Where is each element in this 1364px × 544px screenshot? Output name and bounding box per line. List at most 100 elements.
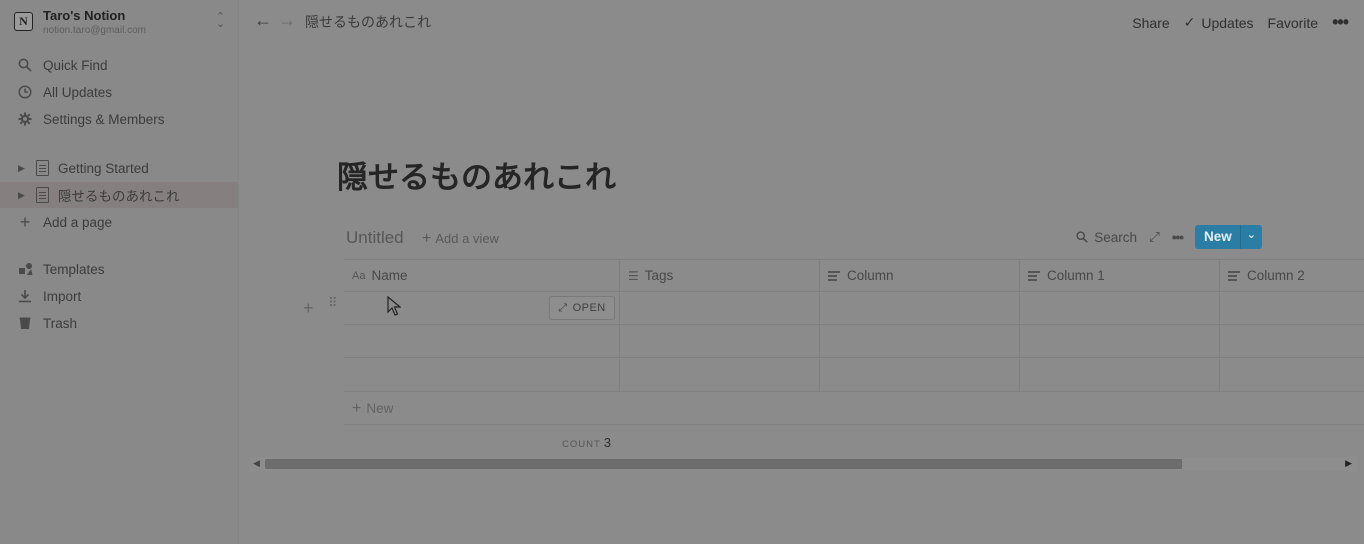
sidebar-item-label: All Updates bbox=[43, 84, 113, 100]
import-icon bbox=[16, 289, 34, 303]
new-button-label: New bbox=[1204, 229, 1232, 244]
column-header-tags[interactable]: ☰ Tags bbox=[620, 260, 820, 291]
table-row[interactable] bbox=[344, 359, 1364, 392]
sidebar-item-templates[interactable]: Templates bbox=[0, 256, 238, 282]
column-label: Column bbox=[847, 268, 894, 283]
scroll-left-arrow-icon[interactable]: ◀ bbox=[253, 458, 260, 469]
add-page-button[interactable]: + Add a page bbox=[0, 209, 238, 235]
chevron-down-icon[interactable]: ⌄ bbox=[1239, 225, 1262, 249]
sidebar-item-quick-find[interactable]: Quick Find bbox=[0, 52, 238, 78]
column-header-column-2[interactable]: Column 2 bbox=[1220, 260, 1364, 291]
workspace-switcher[interactable]: N Taro's Notion notion.taro@gmail.com ⌃ ⌄ bbox=[14, 6, 229, 40]
search-icon bbox=[1076, 231, 1088, 243]
column-header-column[interactable]: Column bbox=[820, 260, 1020, 291]
table-cell[interactable] bbox=[620, 292, 820, 324]
updates-button[interactable]: Updates bbox=[1201, 15, 1253, 31]
table-cell[interactable] bbox=[820, 325, 1020, 357]
scroll-right-arrow-icon[interactable]: ▶ bbox=[1345, 458, 1352, 469]
column-label: Column 1 bbox=[1047, 268, 1105, 283]
page-title[interactable]: 隠せるものあれこれ bbox=[337, 152, 616, 197]
topbar: ← → 隠せるものあれこれ Share ✓ Updates Favorite •… bbox=[240, 0, 1364, 42]
text-lines-icon bbox=[1028, 270, 1040, 281]
gear-icon bbox=[16, 112, 34, 126]
expand-icon[interactable]: ⤢ bbox=[1149, 229, 1160, 245]
open-record-button[interactable]: ⤢ OPEN bbox=[549, 296, 615, 320]
scrollbar-thumb[interactable] bbox=[265, 459, 1182, 469]
expand-triangle-icon[interactable]: ▶ bbox=[18, 190, 30, 201]
count-footer[interactable]: COUNT 3 bbox=[562, 435, 611, 450]
sidebar-item-label: Add a page bbox=[43, 214, 113, 230]
more-options-icon[interactable]: ••• bbox=[1172, 230, 1184, 245]
column-header-name[interactable]: Aa Name bbox=[344, 260, 620, 291]
text-lines-icon bbox=[828, 270, 840, 281]
sidebar-item-all-updates[interactable]: All Updates bbox=[0, 79, 238, 105]
table-cell[interactable] bbox=[620, 325, 820, 357]
more-options-icon[interactable]: ••• bbox=[1332, 12, 1349, 33]
text-lines-icon bbox=[1228, 270, 1240, 281]
table-cell[interactable] bbox=[1020, 325, 1220, 357]
sidebar-item-label: Settings & Members bbox=[43, 111, 165, 127]
sidebar-page-getting-started[interactable]: ▶ Getting Started bbox=[0, 155, 238, 181]
column-label: Tags bbox=[644, 268, 674, 283]
favorite-button[interactable]: Favorite bbox=[1268, 15, 1319, 31]
text-property-icon: Aa bbox=[352, 269, 366, 282]
count-value: 3 bbox=[603, 435, 612, 450]
column-label: Name bbox=[371, 268, 408, 283]
table-header-row: Aa Name ☰ Tags Column Column 1 Column 2 bbox=[344, 259, 1364, 292]
sidebar-item-label: Trash bbox=[43, 315, 78, 331]
column-header-column-1[interactable]: Column 1 bbox=[1020, 260, 1220, 291]
sidebar-page-current[interactable]: ▶ 隠せるものあれこれ bbox=[0, 182, 238, 208]
chevron-up-down-icon[interactable]: ⌃ ⌄ bbox=[216, 12, 225, 30]
sidebar-item-label: Getting Started bbox=[58, 160, 149, 176]
table-cell[interactable] bbox=[820, 359, 1020, 391]
drag-handle-icon[interactable]: ⠿ bbox=[328, 296, 339, 309]
table-cell[interactable] bbox=[1220, 325, 1364, 357]
add-view-label: Add a view bbox=[435, 231, 499, 246]
new-row-label: New bbox=[366, 401, 394, 416]
plus-icon: + bbox=[19, 211, 31, 232]
workspace-email: notion.taro@gmail.com bbox=[43, 25, 146, 36]
sidebar-item-settings[interactable]: Settings & Members bbox=[0, 106, 238, 132]
table-cell[interactable]: ⤢ OPEN bbox=[344, 292, 620, 324]
table-cell[interactable] bbox=[1020, 292, 1220, 324]
plus-icon: + bbox=[352, 399, 362, 417]
database-search-button[interactable]: Search bbox=[1076, 230, 1137, 245]
table-row[interactable]: ⤢ OPEN bbox=[344, 292, 1364, 325]
sidebar-item-trash[interactable]: Trash bbox=[0, 310, 238, 336]
sidebar-item-import[interactable]: Import bbox=[0, 283, 238, 309]
count-label: COUNT bbox=[562, 439, 601, 450]
sidebar-item-label: 隠せるものあれこれ bbox=[58, 189, 180, 204]
table-cell[interactable] bbox=[344, 325, 620, 357]
table-cell[interactable] bbox=[620, 359, 820, 391]
forward-arrow-icon[interactable]: → bbox=[278, 10, 296, 31]
table-cell[interactable] bbox=[1020, 359, 1220, 391]
sidebar-item-label: Templates bbox=[43, 261, 105, 277]
search-label: Search bbox=[1094, 229, 1138, 245]
add-view-button[interactable]: + Add a view bbox=[422, 230, 499, 248]
sidebar: N Taro's Notion notion.taro@gmail.com ⌃ ⌄… bbox=[0, 0, 239, 544]
sidebar-item-label: Import bbox=[43, 288, 82, 304]
table-cell[interactable] bbox=[344, 359, 620, 391]
table-cell[interactable] bbox=[1220, 359, 1364, 391]
column-label: Column 2 bbox=[1247, 268, 1305, 283]
search-icon bbox=[16, 58, 34, 72]
sidebar-item-label: Quick Find bbox=[43, 57, 108, 73]
new-record-button[interactable]: New ⌄ bbox=[1195, 225, 1262, 249]
horizontal-scrollbar[interactable]: ◀ ▶ bbox=[249, 457, 1357, 471]
share-button[interactable]: Share bbox=[1132, 15, 1169, 31]
plus-icon: + bbox=[422, 230, 432, 247]
mouse-cursor-icon bbox=[387, 296, 401, 316]
breadcrumb[interactable]: 隠せるものあれこれ bbox=[305, 12, 431, 32]
table-cell[interactable] bbox=[1220, 292, 1364, 324]
add-new-row-button[interactable]: + New bbox=[344, 393, 1364, 425]
back-arrow-icon[interactable]: ← bbox=[254, 10, 272, 31]
notion-logo-icon: N bbox=[14, 12, 33, 31]
add-row-plus-icon[interactable]: + bbox=[303, 298, 314, 319]
list-property-icon: ☰ bbox=[628, 268, 639, 283]
database-title[interactable]: Untitled bbox=[346, 228, 404, 248]
database-header: Untitled + Add a view Search ⤢ ••• New ⌄ bbox=[344, 224, 1262, 252]
clock-icon bbox=[16, 85, 34, 99]
table-row[interactable] bbox=[344, 325, 1364, 358]
table-cell[interactable] bbox=[820, 292, 1020, 324]
expand-triangle-icon[interactable]: ▶ bbox=[18, 163, 30, 174]
